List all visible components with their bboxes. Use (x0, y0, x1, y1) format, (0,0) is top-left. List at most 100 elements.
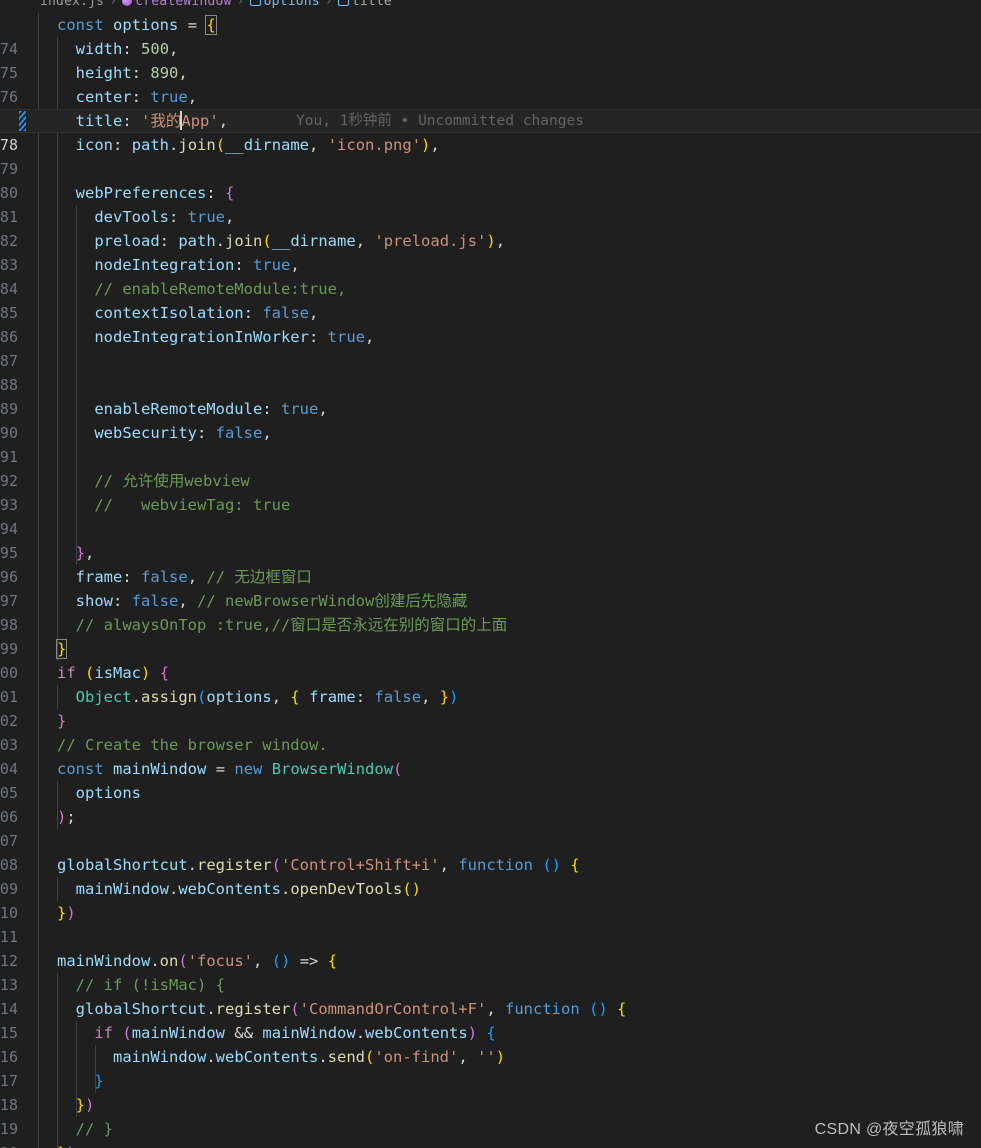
code-line[interactable]: 600 } (0, 637, 981, 682)
code-content: mainWindow.webContents.openDevTools() (75, 880, 421, 898)
code-line[interactable]: 614 // if (!isMac) { (0, 973, 981, 1018)
code-line[interactable]: 607 ); (0, 805, 981, 850)
code-content: contextIsolation: false, (94, 304, 319, 322)
code-content: const options = { (57, 15, 217, 35)
code-content: // enableRemoteModule:true, (94, 280, 347, 298)
code-content: if (isMac) { (57, 664, 170, 682)
code-content: webSecurity: false, (94, 424, 272, 442)
code-line[interactable]: 595 (0, 517, 981, 562)
code-content: frame: false, // 无边框窗口 (75, 568, 312, 586)
code-content: height: 890, (75, 64, 188, 82)
code-line[interactable]: 617 mainWindow.webContents.send('on-find… (0, 1045, 981, 1090)
code-line[interactable]: 585 // enableRemoteModule:true, (0, 277, 981, 322)
code-line[interactable]: 597 frame: false, // 无边框窗口 (0, 565, 981, 610)
code-content: const mainWindow = new BrowserWindow( (57, 760, 403, 778)
git-modified-gutter-icon (19, 111, 26, 131)
code-content: } (57, 712, 67, 730)
code-content: center: true, (75, 88, 198, 106)
code-line[interactable]: 598 show: false, // newBrowserWindow创建后先… (0, 589, 981, 634)
code-content: devTools: true, (94, 208, 235, 226)
code-line[interactable]: 586 contextIsolation: false, (0, 301, 981, 346)
code-content: }) (57, 1141, 76, 1148)
breadcrumb-file[interactable]: index.js (40, 0, 104, 9)
code-line[interactable]: 613 mainWindow.on('focus', () => { (0, 949, 981, 994)
code-content: }) (57, 904, 76, 922)
git-blame-annotation: You, 1秒钟前 • Uncommitted changes (296, 113, 584, 129)
code-line[interactable]: 602 Object.assign(options, { frame: fals… (0, 685, 981, 730)
csdn-watermark: CSDN @夜空孤狼啸 (814, 1121, 964, 1138)
breadcrumb-symbol-variable[interactable]: options (264, 0, 320, 9)
code-line[interactable]: 611 }) (0, 901, 981, 946)
code-line[interactable]: 619 }) (0, 1093, 981, 1138)
code-line[interactable]: 590 enableRemoteModule: true, (0, 397, 981, 442)
code-line[interactable]: 596 }, (0, 541, 981, 586)
code-line[interactable]: 606 options (0, 781, 981, 826)
code-content: title: '我的App', (75, 111, 229, 130)
code-content: Object.assign(options, { frame: false, }… (75, 688, 459, 706)
code-line[interactable]: 608 (0, 829, 981, 874)
code-editor[interactable]: 574 const options = { 575 width: 500, 57… (0, 13, 981, 1148)
code-content: nodeIntegration: true, (94, 256, 300, 274)
code-content: show: false, // newBrowserWindow创建后先隐藏 (75, 592, 468, 610)
code-line[interactable]: 575 width: 500, (0, 37, 981, 82)
code-line[interactable]: 604 // Create the browser window. (0, 733, 981, 778)
code-content: ); (57, 808, 76, 826)
code-content: // webviewTag: true (94, 496, 291, 514)
code-line[interactable]: 615 globalShortcut.register('CommandOrCo… (0, 997, 981, 1042)
code-line[interactable]: 579 icon: path.join(__dirname, 'icon.png… (0, 133, 981, 178)
code-content: globalShortcut.register('Control+Shift+i… (57, 856, 580, 874)
code-content: mainWindow.on('focus', () => { (57, 952, 338, 970)
code-content: width: 500, (75, 40, 179, 58)
property-symbol-icon (337, 0, 349, 6)
breadcrumb[interactable]: index.js › createWindow › options › title (0, 0, 981, 13)
code-content: webPreferences: { (75, 184, 235, 202)
code-line-active[interactable]: 578 title: '我的App', You, 1秒钟前 • Uncommit… (0, 109, 981, 154)
code-content: // 允许使用webview (94, 472, 250, 490)
code-content: preload: path.join(__dirname, 'preload.j… (94, 232, 506, 250)
code-line[interactable]: 601 if (isMac) { (0, 661, 981, 706)
code-line[interactable]: 576 height: 890, (0, 61, 981, 106)
code-content: enableRemoteModule: true, (94, 400, 328, 418)
code-line[interactable]: 584 nodeIntegration: true, (0, 253, 981, 298)
function-symbol-icon (122, 0, 133, 6)
breadcrumb-separator-1: › (109, 0, 118, 9)
code-content: // if (!isMac) { (75, 976, 225, 994)
code-line[interactable]: 618 } (0, 1069, 981, 1114)
breadcrumb-member[interactable]: title (352, 0, 392, 9)
code-content: // } (75, 1120, 113, 1138)
code-line[interactable]: 589 (0, 373, 981, 418)
code-line[interactable]: 577 center: true, (0, 85, 981, 130)
code-content: nodeIntegrationInWorker: true, (94, 328, 375, 346)
code-content: // Create the browser window. (57, 736, 328, 754)
code-line[interactable]: 621 }) (0, 1141, 981, 1148)
code-line[interactable]: 612 (0, 925, 981, 970)
code-line[interactable]: 609 globalShortcut.register('Control+Shi… (0, 853, 981, 898)
code-content: globalShortcut.register('CommandOrContro… (75, 1000, 627, 1018)
code-line[interactable]: 616 if (mainWindow && mainWindow.webCont… (0, 1021, 981, 1066)
code-line[interactable]: 603 } (0, 709, 981, 754)
code-line[interactable]: 582 devTools: true, (0, 205, 981, 250)
code-line[interactable]: 592 (0, 445, 981, 490)
code-line[interactable]: 610 mainWindow.webContents.openDevTools(… (0, 877, 981, 922)
code-line[interactable]: 594 // webviewTag: true (0, 493, 981, 538)
code-line[interactable]: 574 const options = { (0, 13, 981, 58)
code-line[interactable]: 587 nodeIntegrationInWorker: true, (0, 325, 981, 370)
breadcrumb-separator-3: › (324, 0, 333, 9)
code-content: } (55, 639, 68, 659)
code-content: // alwaysOnTop :true,//窗口是否永远在别的窗口的上面 (75, 616, 508, 634)
code-content: }, (75, 544, 95, 562)
code-line[interactable]: 581 webPreferences: { (0, 181, 981, 226)
breadcrumb-symbol-function[interactable]: createWindow (135, 0, 231, 9)
code-content: if (mainWindow && mainWindow.webContents… (94, 1024, 496, 1042)
code-line[interactable]: 605 const mainWindow = new BrowserWindow… (0, 757, 981, 802)
code-line[interactable]: 588 (0, 349, 981, 394)
code-line[interactable]: 583 preload: path.join(__dirname, 'prelo… (0, 229, 981, 274)
code-content: icon: path.join(__dirname, 'icon.png'), (75, 136, 440, 154)
code-line[interactable]: 580 (0, 157, 981, 202)
code-content: }) (75, 1096, 95, 1114)
code-line[interactable]: 591 webSecurity: false, (0, 421, 981, 466)
code-line[interactable]: 593 // 允许使用webview (0, 469, 981, 514)
vscode-editor-window: index.js › createWindow › options › title 574 … (0, 0, 981, 1148)
code-content: options (75, 784, 141, 802)
code-line[interactable]: 599 // alwaysOnTop :true,//窗口是否永远在别的窗口的上… (0, 613, 981, 658)
